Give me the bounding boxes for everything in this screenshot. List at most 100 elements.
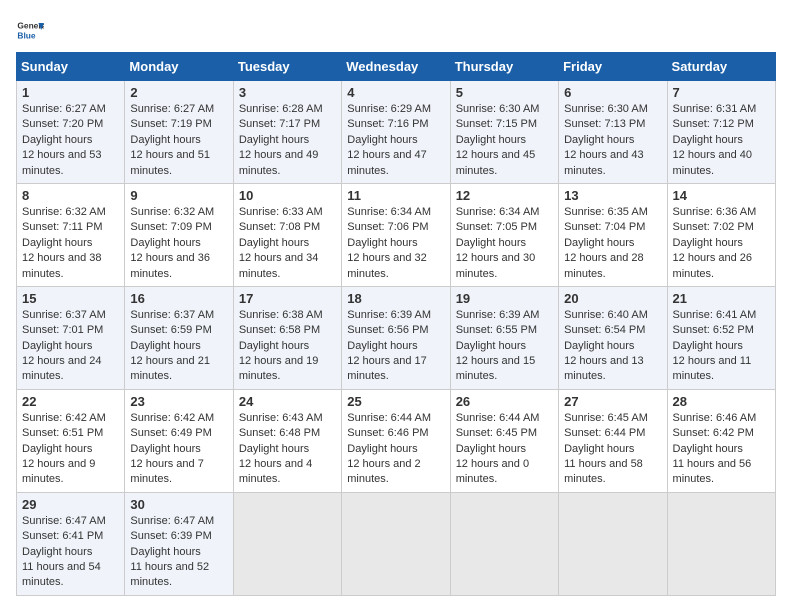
day-info: Sunrise: 6:32 AMSunset: 7:09 PMDaylight … bbox=[130, 205, 227, 282]
calendar-week-row: 15 Sunrise: 6:37 AMSunset: 7:01 PMDayligh… bbox=[17, 286, 776, 389]
day-info: Sunrise: 6:42 AMSunset: 6:51 PMDaylight … bbox=[22, 411, 119, 488]
day-info: Sunrise: 6:41 AMSunset: 6:52 PMDaylight … bbox=[673, 308, 770, 385]
day-info: Sunrise: 6:39 AMSunset: 6:55 PMDaylight … bbox=[456, 308, 553, 385]
day-info: Sunrise: 6:39 AMSunset: 6:56 PMDaylight … bbox=[347, 308, 444, 385]
calendar-cell: 1Sunrise: 6:27 AMSunset: 7:20 PMDaylight… bbox=[17, 81, 125, 184]
day-number: 22 bbox=[22, 394, 119, 409]
day-number: 18 bbox=[347, 291, 444, 306]
day-number: 12 bbox=[456, 188, 553, 203]
day-number: 9 bbox=[130, 188, 227, 203]
day-info: Sunrise: 6:43 AMSunset: 6:48 PMDaylight … bbox=[239, 411, 336, 488]
calendar-cell: 9 Sunrise: 6:32 AMSunset: 7:09 PMDaylight… bbox=[125, 183, 233, 286]
day-info: Sunrise: 6:45 AMSunset: 6:44 PMDaylight … bbox=[564, 411, 661, 488]
calendar-cell: 25 Sunrise: 6:44 AMSunset: 6:46 PMDayligh… bbox=[342, 389, 450, 492]
day-of-week-header: Thursday bbox=[450, 53, 558, 81]
calendar-body: 1Sunrise: 6:27 AMSunset: 7:20 PMDaylight… bbox=[17, 81, 776, 596]
day-number: 8 bbox=[22, 188, 119, 203]
calendar-cell: 27 Sunrise: 6:45 AMSunset: 6:44 PMDayligh… bbox=[559, 389, 667, 492]
day-number: 26 bbox=[456, 394, 553, 409]
day-number: 19 bbox=[456, 291, 553, 306]
logo: General Blue bbox=[16, 16, 44, 44]
day-info: Sunrise: 6:47 AMSunset: 6:39 PMDaylight … bbox=[130, 514, 227, 591]
day-number: 13 bbox=[564, 188, 661, 203]
day-number: 2 bbox=[130, 85, 227, 100]
calendar-week-row: 8 Sunrise: 6:32 AMSunset: 7:11 PMDaylight… bbox=[17, 183, 776, 286]
svg-text:Blue: Blue bbox=[17, 30, 35, 40]
day-info: Sunrise: 6:34 AMSunset: 7:06 PMDaylight … bbox=[347, 205, 444, 282]
day-info: Sunrise: 6:46 AMSunset: 6:42 PMDaylight … bbox=[673, 411, 770, 488]
calendar-cell: 2 Sunrise: 6:27 AMSunset: 7:19 PMDaylight… bbox=[125, 81, 233, 184]
day-of-week-header: Tuesday bbox=[233, 53, 341, 81]
calendar-cell: 4Sunrise: 6:29 AMSunset: 7:16 PMDaylight… bbox=[342, 81, 450, 184]
calendar-week-row: 29 Sunrise: 6:47 AMSunset: 6:41 PMDayligh… bbox=[17, 492, 776, 595]
calendar-cell: 14Sunrise: 6:36 AMSunset: 7:02 PMDayligh… bbox=[667, 183, 775, 286]
calendar-cell: 11 Sunrise: 6:34 AMSunset: 7:06 PMDayligh… bbox=[342, 183, 450, 286]
calendar-cell: 3 Sunrise: 6:28 AMSunset: 7:17 PMDaylight… bbox=[233, 81, 341, 184]
page-header: General Blue bbox=[16, 16, 776, 44]
day-info: Sunrise: 6:36 AMSunset: 7:02 PMDaylight … bbox=[673, 205, 770, 282]
day-info: Sunrise: 6:37 AMSunset: 7:01 PMDaylight … bbox=[22, 308, 119, 385]
day-info: Sunrise: 6:35 AMSunset: 7:04 PMDaylight … bbox=[564, 205, 661, 282]
day-info: Sunrise: 6:40 AMSunset: 6:54 PMDaylight … bbox=[564, 308, 661, 385]
calendar-cell: 24 Sunrise: 6:43 AMSunset: 6:48 PMDayligh… bbox=[233, 389, 341, 492]
calendar-table: SundayMondayTuesdayWednesdayThursdayFrid… bbox=[16, 52, 776, 596]
day-info: Sunrise: 6:38 AMSunset: 6:58 PMDaylight … bbox=[239, 308, 336, 385]
day-number: 3 bbox=[239, 85, 336, 100]
calendar-cell bbox=[342, 492, 450, 595]
day-of-week-header: Sunday bbox=[17, 53, 125, 81]
day-info: Sunrise: 6:32 AMSunset: 7:11 PMDaylight … bbox=[22, 205, 119, 282]
day-number: 6 bbox=[564, 85, 661, 100]
calendar-cell: 30 Sunrise: 6:47 AMSunset: 6:39 PMDayligh… bbox=[125, 492, 233, 595]
day-info: Sunrise: 6:47 AMSunset: 6:41 PMDaylight … bbox=[22, 514, 119, 591]
day-info: Sunrise: 6:27 AMSunset: 7:19 PMDaylight … bbox=[130, 102, 227, 179]
day-number: 29 bbox=[22, 497, 119, 512]
calendar-cell: 15 Sunrise: 6:37 AMSunset: 7:01 PMDayligh… bbox=[17, 286, 125, 389]
calendar-cell: 7 Sunrise: 6:31 AMSunset: 7:12 PMDaylight… bbox=[667, 81, 775, 184]
calendar-cell bbox=[559, 492, 667, 595]
day-number: 27 bbox=[564, 394, 661, 409]
day-of-week-header: Friday bbox=[559, 53, 667, 81]
day-number: 30 bbox=[130, 497, 227, 512]
calendar-cell: 23 Sunrise: 6:42 AMSunset: 6:49 PMDayligh… bbox=[125, 389, 233, 492]
day-info: Sunrise: 6:37 AMSunset: 6:59 PMDaylight … bbox=[130, 308, 227, 385]
day-info: Sunrise: 6:34 AMSunset: 7:05 PMDaylight … bbox=[456, 205, 553, 282]
day-number: 21 bbox=[673, 291, 770, 306]
day-info: Sunrise: 6:30 AMSunset: 7:15 PMDaylight … bbox=[456, 102, 553, 179]
calendar-cell: 6Sunrise: 6:30 AMSunset: 7:13 PMDaylight… bbox=[559, 81, 667, 184]
day-info: Sunrise: 6:42 AMSunset: 6:49 PMDaylight … bbox=[130, 411, 227, 488]
calendar-cell: 28Sunrise: 6:46 AMSunset: 6:42 PMDayligh… bbox=[667, 389, 775, 492]
day-number: 24 bbox=[239, 394, 336, 409]
calendar-cell bbox=[233, 492, 341, 595]
calendar-cell: 21 Sunrise: 6:41 AMSunset: 6:52 PMDayligh… bbox=[667, 286, 775, 389]
day-of-week-header: Monday bbox=[125, 53, 233, 81]
calendar-cell: 5 Sunrise: 6:30 AMSunset: 7:15 PMDaylight… bbox=[450, 81, 558, 184]
day-info: Sunrise: 6:28 AMSunset: 7:17 PMDaylight … bbox=[239, 102, 336, 179]
calendar-cell: 17Sunrise: 6:38 AMSunset: 6:58 PMDayligh… bbox=[233, 286, 341, 389]
day-info: Sunrise: 6:44 AMSunset: 6:46 PMDaylight … bbox=[347, 411, 444, 488]
calendar-cell bbox=[667, 492, 775, 595]
day-number: 15 bbox=[22, 291, 119, 306]
calendar-cell: 16Sunrise: 6:37 AMSunset: 6:59 PMDayligh… bbox=[125, 286, 233, 389]
calendar-cell: 13 Sunrise: 6:35 AMSunset: 7:04 PMDayligh… bbox=[559, 183, 667, 286]
day-info: Sunrise: 6:31 AMSunset: 7:12 PMDaylight … bbox=[673, 102, 770, 179]
days-of-week-row: SundayMondayTuesdayWednesdayThursdayFrid… bbox=[17, 53, 776, 81]
calendar-cell: 12 Sunrise: 6:34 AMSunset: 7:05 PMDayligh… bbox=[450, 183, 558, 286]
day-of-week-header: Saturday bbox=[667, 53, 775, 81]
day-number: 23 bbox=[130, 394, 227, 409]
day-info: Sunrise: 6:44 AMSunset: 6:45 PMDaylight … bbox=[456, 411, 553, 488]
day-number: 5 bbox=[456, 85, 553, 100]
day-number: 7 bbox=[673, 85, 770, 100]
calendar-cell: 26 Sunrise: 6:44 AMSunset: 6:45 PMDayligh… bbox=[450, 389, 558, 492]
calendar-cell: 19 Sunrise: 6:39 AMSunset: 6:55 PMDayligh… bbox=[450, 286, 558, 389]
calendar-week-row: 1Sunrise: 6:27 AMSunset: 7:20 PMDaylight… bbox=[17, 81, 776, 184]
day-number: 25 bbox=[347, 394, 444, 409]
calendar-cell: 10 Sunrise: 6:33 AMSunset: 7:08 PMDayligh… bbox=[233, 183, 341, 286]
day-info: Sunrise: 6:33 AMSunset: 7:08 PMDaylight … bbox=[239, 205, 336, 282]
calendar-cell: 18 Sunrise: 6:39 AMSunset: 6:56 PMDayligh… bbox=[342, 286, 450, 389]
day-number: 10 bbox=[239, 188, 336, 203]
day-info: Sunrise: 6:29 AMSunset: 7:16 PMDaylight … bbox=[347, 102, 444, 179]
generalblue-logo-icon: General Blue bbox=[16, 16, 44, 44]
day-number: 11 bbox=[347, 188, 444, 203]
calendar-cell: 22 Sunrise: 6:42 AMSunset: 6:51 PMDayligh… bbox=[17, 389, 125, 492]
day-number: 1 bbox=[22, 85, 119, 100]
